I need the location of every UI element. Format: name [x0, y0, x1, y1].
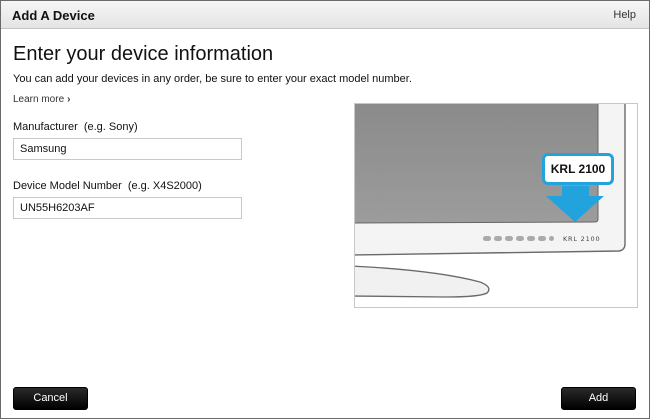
tv-illustration: KRL 2100 [355, 104, 626, 298]
model-number-label: Device Model Number (e.g. X4S2000) [13, 180, 202, 192]
tv-stand [355, 265, 490, 298]
page-title: Enter your device information [13, 43, 274, 65]
chevron-right-icon: › [67, 94, 71, 105]
model-number-input[interactable] [13, 197, 242, 219]
learn-more-label: Learn more [13, 94, 65, 105]
instructions-text: You can add your devices in any order, b… [13, 73, 412, 85]
manufacturer-input[interactable] [13, 138, 242, 160]
learn-more-link[interactable]: Learn more › [13, 94, 70, 105]
tv-illustration-panel: KRL 2100 KRL 2100 [354, 103, 638, 308]
window-title: Add A Device [12, 8, 95, 23]
manufacturer-label-text: Manufacturer [13, 121, 78, 133]
title-bar: Add A Device Help [1, 1, 649, 29]
add-button[interactable]: Add [561, 387, 636, 410]
model-number-label-text: Device Model Number [13, 180, 122, 192]
model-callout: KRL 2100 [542, 153, 614, 185]
manufacturer-example: (e.g. Sony) [83, 121, 138, 133]
add-device-window: Add A Device Help Enter your device info… [0, 0, 650, 419]
cancel-button[interactable]: Cancel [13, 387, 88, 410]
model-number-example: (e.g. X4S2000) [127, 180, 202, 192]
manufacturer-label: Manufacturer (e.g. Sony) [13, 121, 138, 133]
tv-model-label: KRL 2100 [563, 235, 600, 243]
help-link[interactable]: Help [613, 9, 636, 21]
